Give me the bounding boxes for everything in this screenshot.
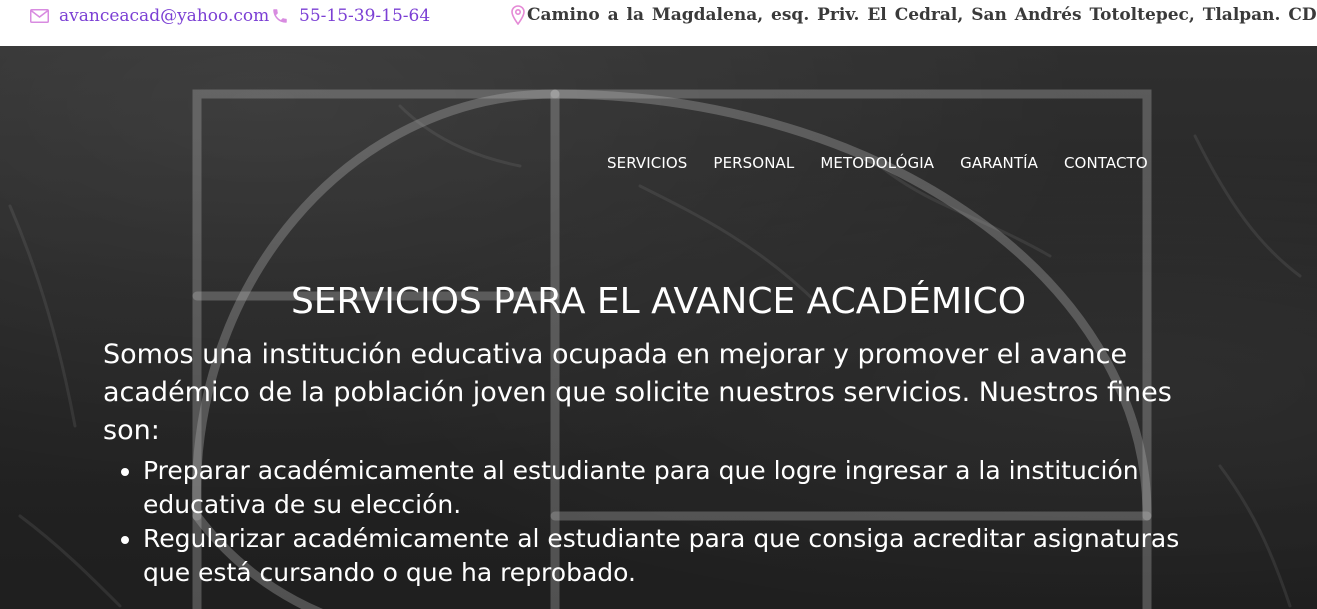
envelope-icon: [30, 9, 49, 23]
phone-text: 55-15-39-15-64: [299, 6, 431, 26]
phone-link[interactable]: 55-15-39-15-64: [271, 5, 430, 27]
main-nav: SERVICIOS PERSONAL METODOLÓGIA GARANTÍA …: [594, 152, 1161, 174]
email-link[interactable]: avanceacad@yahoo.com: [30, 5, 269, 27]
page-title: SERVICIOS PARA EL AVANCE ACADÉMICO: [0, 279, 1317, 325]
address: Camino a la Magdalena, esq. Priv. El Ced…: [511, 4, 1317, 26]
email-text: avanceacad@yahoo.com: [59, 6, 270, 26]
nav-personal[interactable]: PERSONAL: [700, 152, 807, 174]
address-text: Camino a la Magdalena, esq. Priv. El Ced…: [527, 5, 1317, 25]
map-pin-icon: [511, 5, 525, 25]
hero-section: SERVICIOS PERSONAL METODOLÓGIA GARANTÍA …: [0, 46, 1317, 609]
intro-paragraph: Somos una institución educativa ocupada …: [103, 339, 1172, 446]
phone-icon: [271, 7, 289, 25]
nav-servicios[interactable]: SERVICIOS: [594, 152, 700, 174]
list-item: Regularizar académicamente al estudiante…: [143, 522, 1213, 590]
contact-bar: avanceacad@yahoo.com 55-15-39-15-64 Cami…: [0, 0, 1317, 46]
page-title-text: SERVICIOS PARA EL AVANCE ACADÉMICO: [290, 281, 1027, 322]
nav-garantia[interactable]: GARANTÍA: [947, 152, 1051, 174]
nav-metodologia[interactable]: METODOLÓGIA: [807, 152, 947, 174]
list-item: Preparar académicamente al estudiante pa…: [143, 454, 1213, 522]
nav-contacto[interactable]: CONTACTO: [1051, 152, 1161, 174]
goals-list: Preparar académicamente al estudiante pa…: [103, 454, 1213, 590]
